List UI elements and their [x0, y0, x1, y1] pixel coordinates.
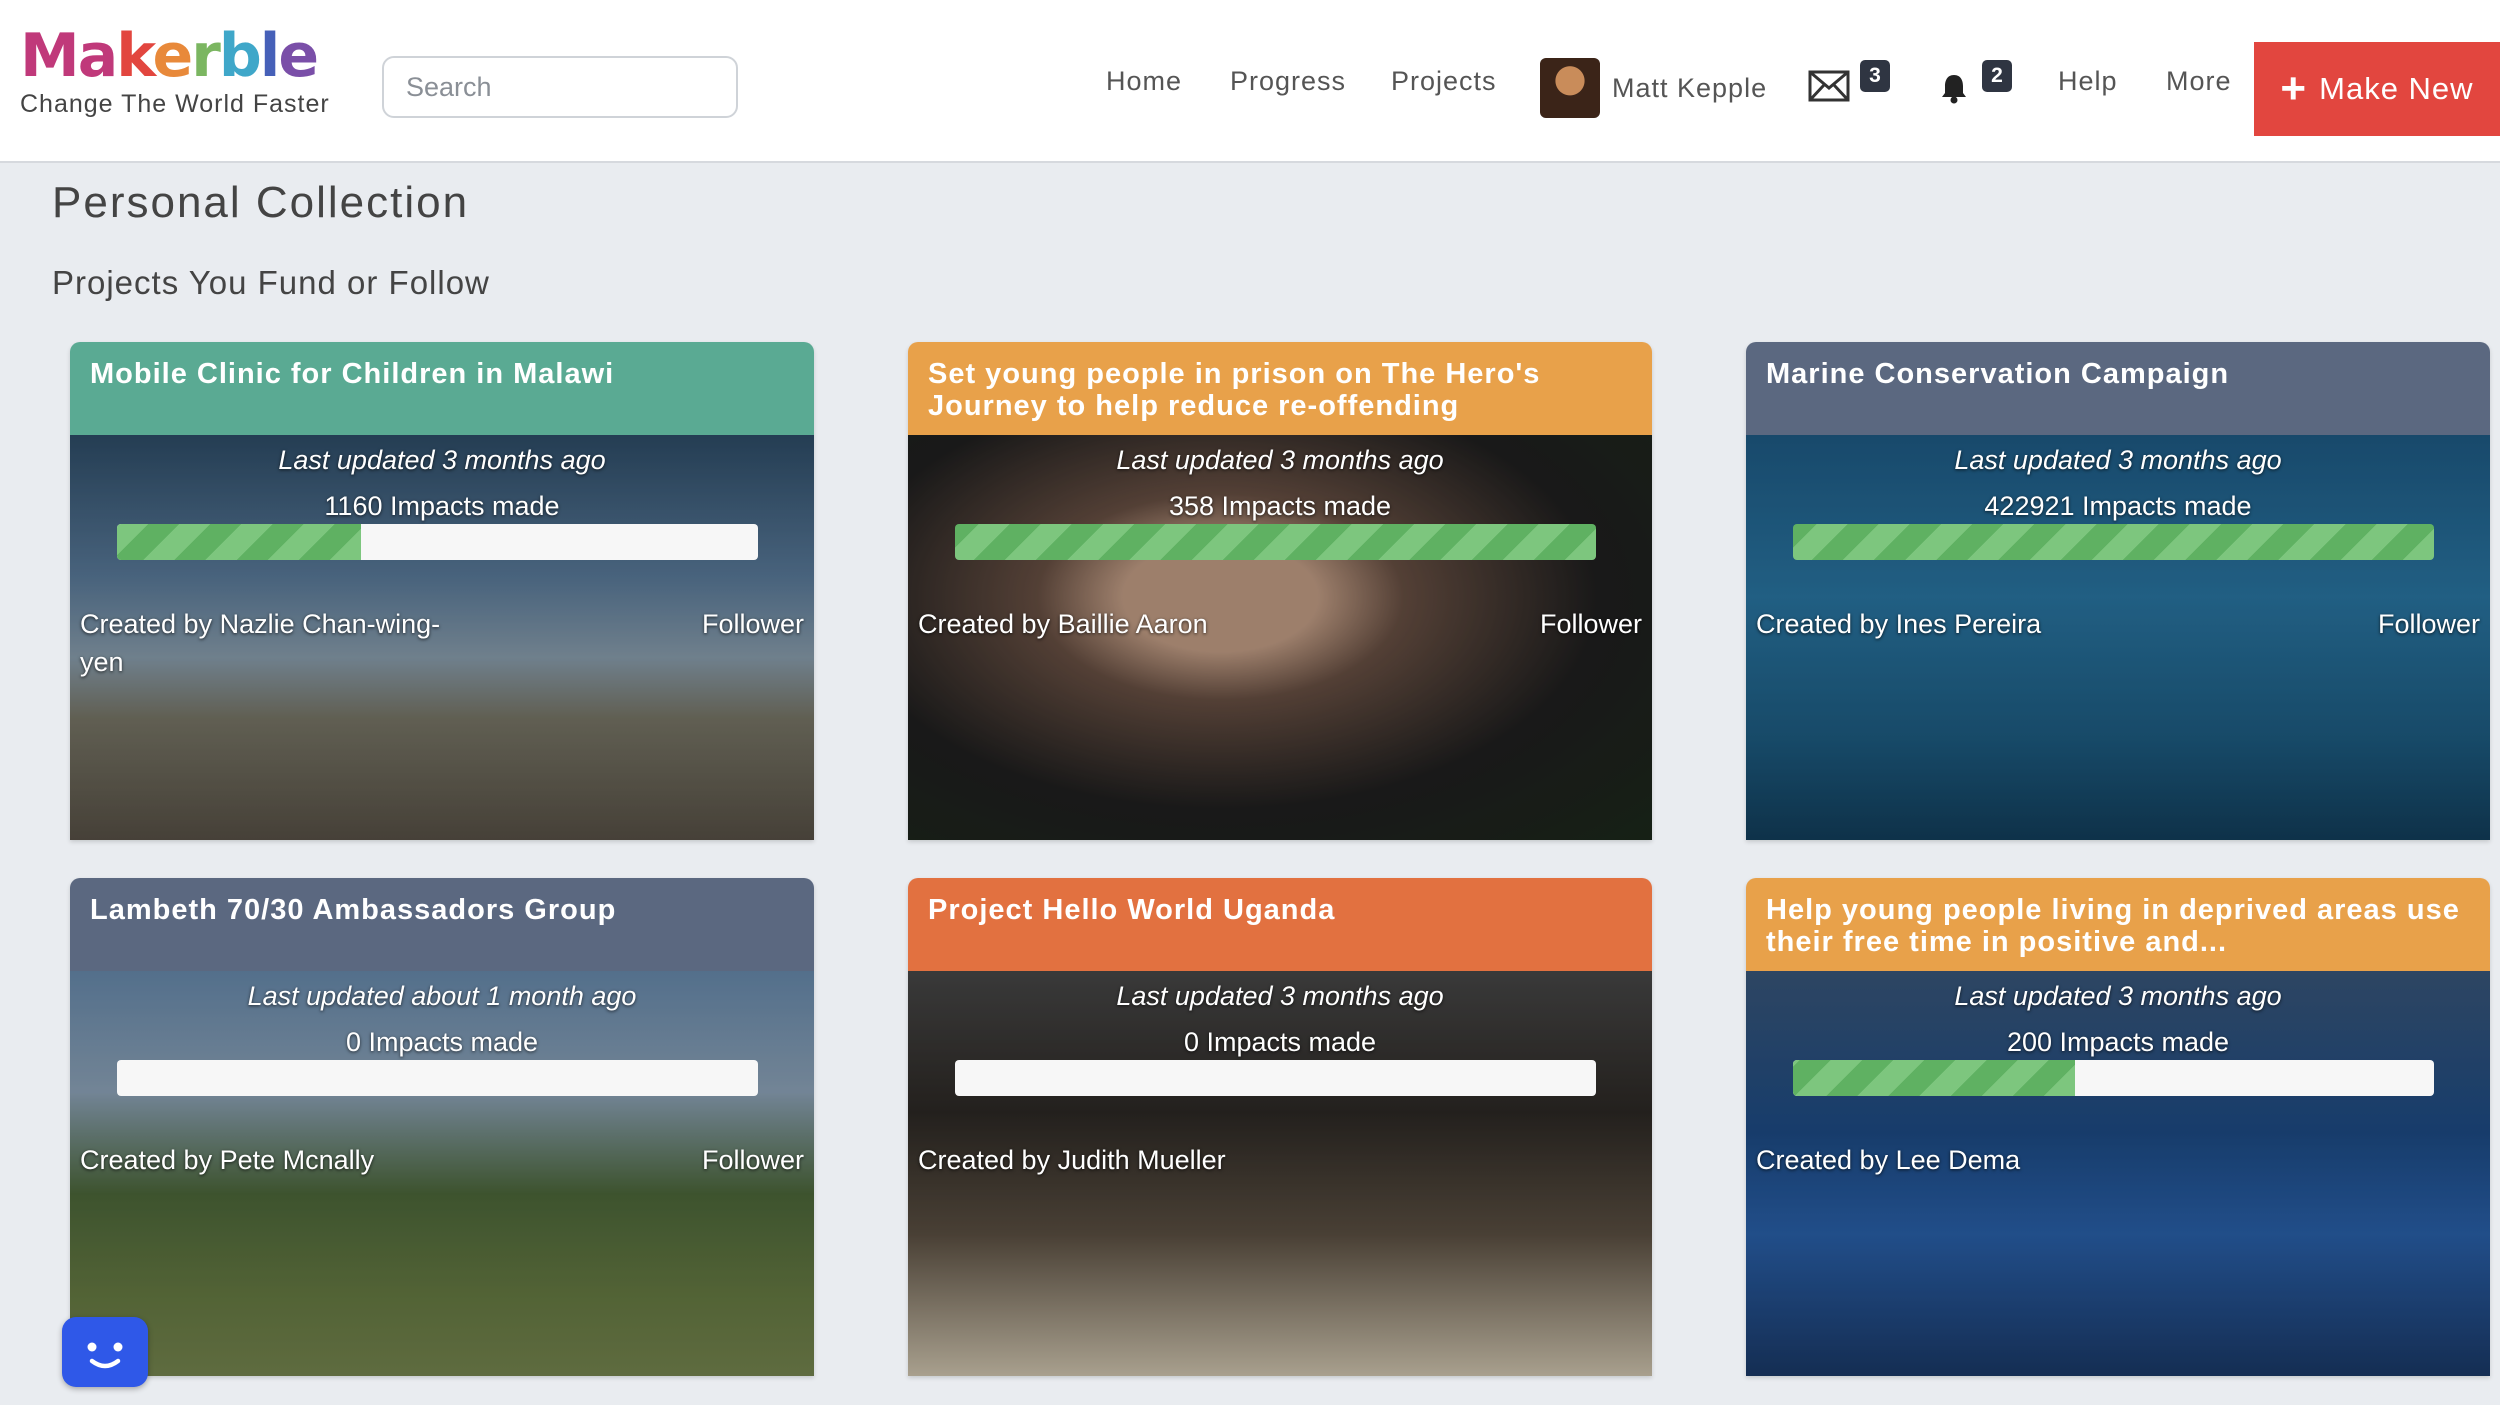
top-navigation-bar: Makerble Change The World Faster Home Pr…: [0, 0, 2500, 163]
project-creator: Created by Pete Mcnally: [80, 1145, 375, 1175]
impact-progress-bar: [117, 1060, 758, 1096]
chat-widget-button[interactable]: [62, 1317, 148, 1387]
project-card-image: Last updated 3 months ago 358 Impacts mad…: [908, 435, 1652, 840]
impacts-count: 200 Impacts made: [2006, 1027, 2230, 1057]
section-subtitle: Projects You Fund or Follow: [52, 264, 490, 301]
page-title: Personal Collection: [52, 178, 470, 227]
smiley-chat-icon: [87, 1342, 123, 1369]
impact-progress-fill: [1793, 1060, 2076, 1096]
messages-button[interactable]: 3: [1808, 60, 1890, 107]
impact-progress-bar: [1793, 1060, 2434, 1096]
nav-projects[interactable]: Projects: [1391, 66, 1497, 97]
last-updated-text: Last updated about 1 month ago: [247, 981, 637, 1011]
logo-letter: e: [152, 21, 194, 91]
project-card[interactable]: Set young people in prison on The Hero's…: [908, 342, 1652, 840]
project-card-image: Last updated 3 months ago 200 Impacts mad…: [1746, 971, 2490, 1376]
project-card-title[interactable]: Lambeth 70/30 Ambassadors Group: [70, 878, 814, 971]
impact-progress-bar: [117, 524, 758, 560]
makerble-logo[interactable]: Makerble Change The World Faster: [20, 24, 330, 119]
make-new-label: Make New: [2319, 71, 2474, 106]
make-new-button[interactable]: + Make New: [2254, 42, 2500, 136]
project-card-title[interactable]: Help young people living in deprived are…: [1746, 878, 2490, 971]
last-updated-text: Last updated 3 months ago: [1954, 981, 2282, 1011]
plus-icon: +: [2280, 64, 2308, 113]
impact-progress-bar: [1793, 524, 2434, 560]
messages-count-badge: 3: [1860, 60, 1890, 92]
project-card[interactable]: Project Hello World Uganda Last updated 3…: [908, 878, 1652, 1376]
follower-status: Follower: [2377, 609, 2480, 639]
logo-tagline: Change The World Faster: [20, 90, 330, 118]
bell-icon: [1942, 75, 1966, 104]
project-card[interactable]: Help young people living in deprived are…: [1746, 878, 2490, 1376]
nav-progress[interactable]: Progress: [1230, 66, 1346, 97]
project-card-image: Last updated about 1 month ago 0 Impacts …: [70, 971, 814, 1376]
user-menu[interactable]: Matt Kepple: [1540, 58, 1767, 118]
last-updated-text: Last updated 3 months ago: [1116, 981, 1444, 1011]
notifications-count-badge: 2: [1982, 60, 2012, 92]
logo-letter: a: [77, 21, 118, 91]
project-creator: Created by Ines Pereira: [1756, 609, 2042, 639]
project-card[interactable]: Lambeth 70/30 Ambassadors Group Last upda…: [70, 878, 814, 1376]
logo-letter: r: [191, 21, 221, 91]
logo-letter: l: [259, 21, 281, 91]
follower-status: Follower: [701, 1145, 804, 1175]
logo-letter: M: [20, 21, 80, 91]
project-creator: Created by Lee Dema: [1756, 1145, 2021, 1175]
nav-home[interactable]: Home: [1106, 66, 1182, 97]
logo-wordmark: Makerble: [20, 24, 330, 88]
user-name: Matt Kepple: [1612, 72, 1768, 103]
notifications-button[interactable]: 2: [1940, 60, 2012, 109]
logo-letter: e: [278, 21, 319, 91]
last-updated-text: Last updated 3 months ago: [1954, 445, 2282, 475]
search-input[interactable]: [382, 56, 738, 118]
impact-progress-bar: [955, 1060, 1596, 1096]
envelope-icon: [1808, 70, 1850, 102]
project-creator: Created by Nazlie Chan-wing-yen: [80, 609, 441, 677]
impact-progress-fill: [1793, 524, 2434, 560]
project-creator: Created by Baillie Aaron: [918, 609, 1208, 639]
project-card[interactable]: Marine Conservation Campaign Last updated…: [1746, 342, 2490, 840]
last-updated-text: Last updated 3 months ago: [1116, 445, 1444, 475]
logo-letter: b: [218, 21, 262, 91]
impact-progress-fill: [117, 524, 361, 560]
impact-progress-fill: [955, 524, 1596, 560]
project-card-title[interactable]: Marine Conservation Campaign: [1746, 342, 2490, 435]
last-updated-text: Last updated 3 months ago: [278, 445, 606, 475]
impacts-count: 358 Impacts made: [1168, 491, 1392, 521]
project-card[interactable]: Mobile Clinic for Children in Malawi Last…: [70, 342, 814, 840]
nav-more[interactable]: More: [2166, 66, 2232, 97]
nav-help[interactable]: Help: [2058, 66, 2118, 97]
impact-progress-bar: [955, 524, 1596, 560]
project-card-image: Last updated 3 months ago 1160 Impacts ma…: [70, 435, 814, 840]
avatar: [1540, 58, 1600, 118]
follower-status: Follower: [1539, 609, 1642, 639]
logo-letter: k: [116, 21, 154, 91]
project-card-image: Last updated 3 months ago 422921 Impacts …: [1746, 435, 2490, 840]
impacts-count: 1160 Impacts made: [324, 491, 560, 521]
project-creator: Created by Judith Mueller: [918, 1145, 1226, 1175]
impacts-count: 422921 Impacts made: [1984, 491, 2252, 521]
impacts-count: 0 Impacts made: [1183, 1027, 1377, 1057]
project-card-title[interactable]: Set young people in prison on The Hero's…: [908, 342, 1652, 435]
project-card-image: Last updated 3 months ago 0 Impacts made C…: [908, 971, 1652, 1376]
follower-status: Follower: [701, 609, 804, 639]
impacts-count: 0 Impacts made: [345, 1027, 539, 1057]
project-card-title[interactable]: Mobile Clinic for Children in Malawi: [70, 342, 814, 435]
project-card-title[interactable]: Project Hello World Uganda: [908, 878, 1652, 971]
